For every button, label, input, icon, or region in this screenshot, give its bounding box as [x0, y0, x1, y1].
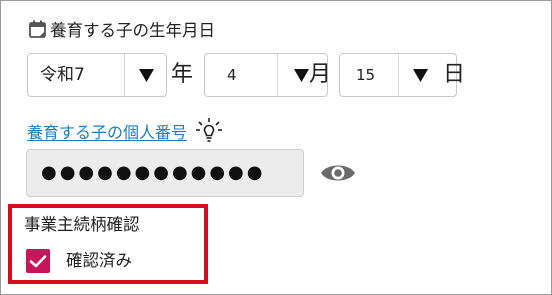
personal-number-link[interactable]: 養育する子の個人番号	[27, 119, 187, 143]
select-divider	[398, 54, 399, 96]
confirmed-checkbox[interactable]	[26, 249, 50, 273]
era-year-value: 令和7	[40, 65, 85, 85]
confirmed-checkbox-label[interactable]: 確認済み	[66, 249, 132, 273]
day-unit: 日	[443, 62, 466, 87]
select-divider	[124, 54, 125, 96]
select-divider	[277, 54, 278, 96]
calendar-icon	[29, 20, 46, 38]
checkmark-icon	[29, 255, 47, 268]
eye-icon[interactable]	[320, 160, 356, 186]
month-value: 4	[227, 66, 237, 84]
year-unit: 年	[171, 62, 194, 87]
employer-confirmation-title: 事業主続柄確認	[24, 215, 140, 234]
dob-label-row: 養育する子の生年月日	[28, 16, 215, 42]
triangle-down-icon[interactable]	[128, 54, 164, 96]
triangle-down-icon[interactable]	[402, 54, 438, 96]
day-select[interactable]: 15	[339, 53, 457, 97]
personal-number-label-row: 養育する子の個人番号	[27, 116, 223, 146]
month-unit: 月	[309, 62, 332, 87]
personal-number-masked-value: ●●●●●●●●●●●●	[41, 162, 266, 183]
dob-label: 養育する子の生年月日	[50, 21, 215, 40]
era-year-select[interactable]: 令和7	[27, 53, 167, 97]
personal-number-input[interactable]: ●●●●●●●●●●●●	[26, 149, 304, 197]
lightbulb-icon[interactable]	[195, 117, 223, 145]
day-value: 15	[356, 66, 376, 84]
